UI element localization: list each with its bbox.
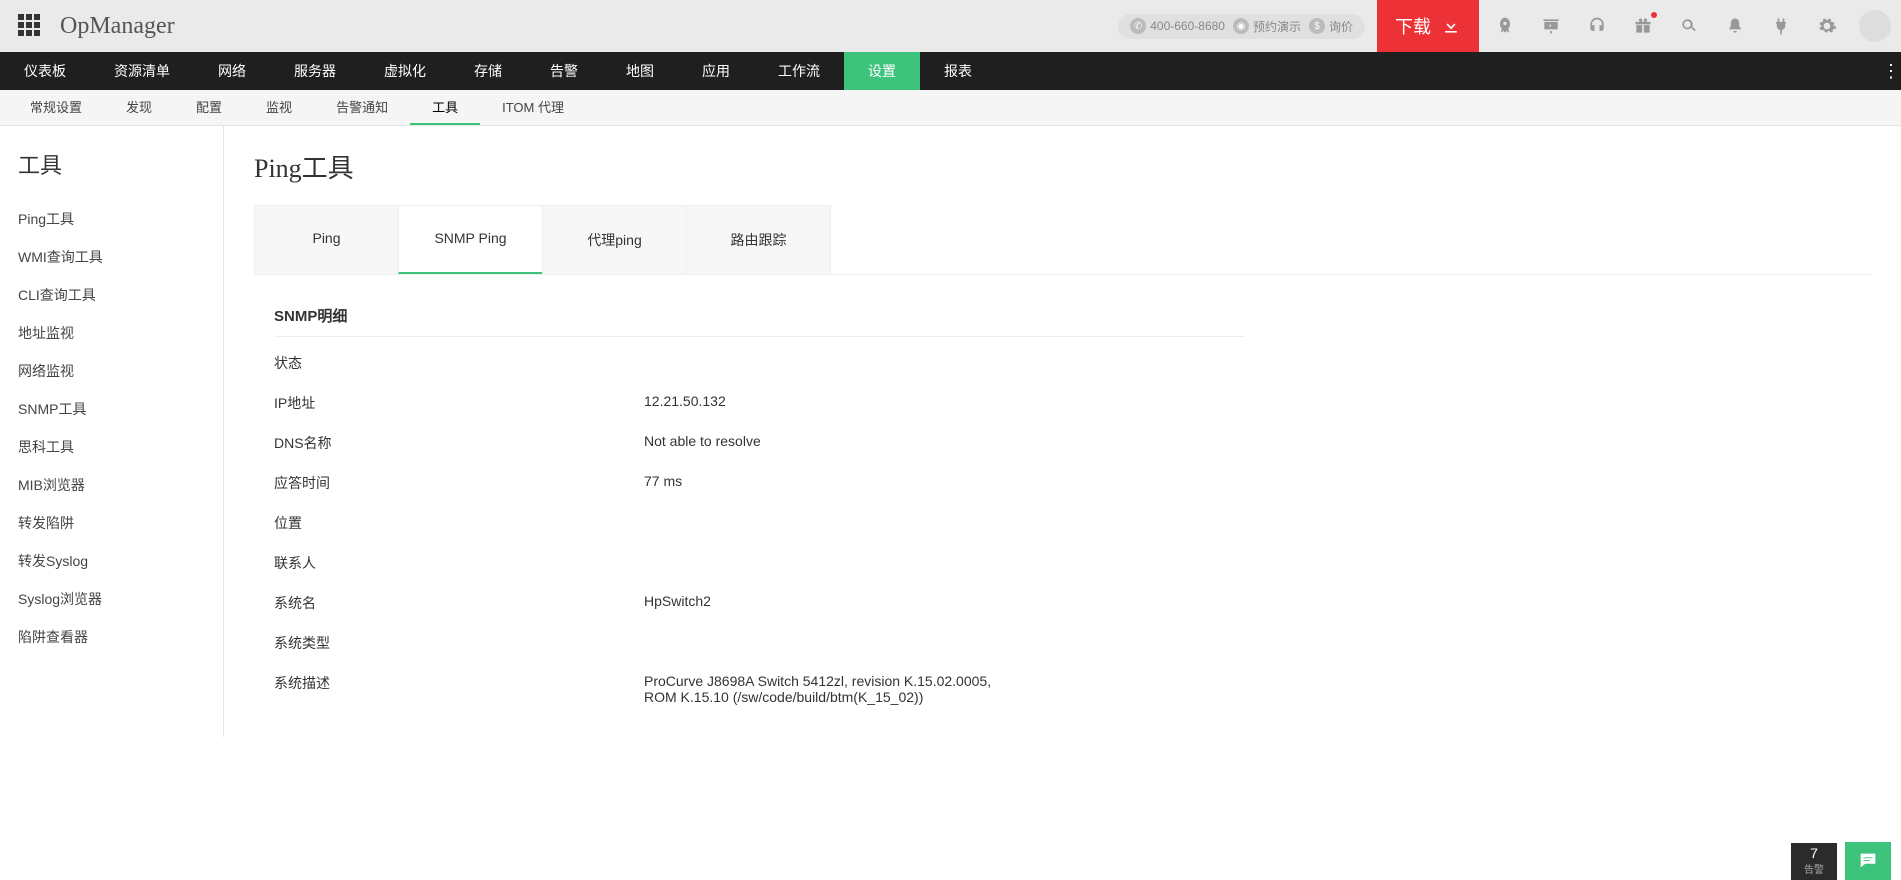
headset-icon[interactable] <box>1577 6 1617 46</box>
row-systype: 系统类型 <box>274 623 1244 663</box>
subnav-config[interactable]: 配置 <box>174 90 244 125</box>
sub-nav: 常规设置 发现 配置 监视 告警通知 工具 ITOM 代理 <box>0 90 1901 126</box>
sidebar-item-syslog-browser[interactable]: Syslog浏览器 <box>18 580 205 618</box>
sidebar-item-snmp[interactable]: SNMP工具 <box>18 390 205 428</box>
tab-snmp-ping[interactable]: SNMP Ping <box>398 205 543 274</box>
row-status: 状态 <box>274 343 1244 383</box>
sidebar-item-syslog-fwd[interactable]: 转发Syslog <box>18 542 205 580</box>
sidebar-item-trap-fwd[interactable]: 转发陷阱 <box>18 504 205 542</box>
bottom-right-widgets: 7 告警 <box>1791 842 1891 880</box>
row-value: 77 ms <box>644 473 682 493</box>
record-icon: ◉ <box>1233 18 1249 34</box>
row-location: 位置 <box>274 503 1244 543</box>
row-key: DNS名称 <box>274 433 644 453</box>
row-value: Not able to resolve <box>644 433 761 453</box>
tab-ping[interactable]: Ping <box>254 205 399 274</box>
sidebar-item-ping[interactable]: Ping工具 <box>18 200 205 238</box>
row-key: 系统描述 <box>274 673 644 705</box>
dollar-icon: $ <box>1309 18 1325 34</box>
alarm-count: 7 <box>1791 845 1837 861</box>
sidebar-item-net-monitor[interactable]: 网络监视 <box>18 352 205 390</box>
row-key: IP地址 <box>274 393 644 413</box>
nav-reports[interactable]: 报表 <box>920 52 996 90</box>
sidebar-item-trap-viewer[interactable]: 陷阱查看器 <box>18 618 205 656</box>
download-button[interactable]: 下载 <box>1377 0 1479 52</box>
top-header: OpManager ✆ 400-660-8680 ◉ 预约演示 $ 询价 下载 <box>0 0 1901 52</box>
chat-icon <box>1857 850 1879 872</box>
detail-panel: SNMP明细 状态 IP地址 12.21.50.132 DNS名称 Not ab… <box>254 275 1244 715</box>
main-nav: 仪表板 资源清单 网络 服务器 虚拟化 存储 告警 地图 应用 工作流 设置 报… <box>0 52 1901 90</box>
row-key: 应答时间 <box>274 473 644 493</box>
row-dns: DNS名称 Not able to resolve <box>274 423 1244 463</box>
row-value: 12.21.50.132 <box>644 393 726 413</box>
bell-icon[interactable] <box>1715 6 1755 46</box>
nav-alarms[interactable]: 告警 <box>526 52 602 90</box>
subnav-itom-agent[interactable]: ITOM 代理 <box>480 90 586 125</box>
download-label: 下载 <box>1395 13 1431 39</box>
sidebar: 工具 Ping工具 WMI查询工具 CLI查询工具 地址监视 网络监视 SNMP… <box>0 126 224 737</box>
subnav-alarm-notify[interactable]: 告警通知 <box>314 90 410 125</box>
nav-virtualization[interactable]: 虚拟化 <box>360 52 450 90</box>
nav-settings[interactable]: 设置 <box>844 52 920 90</box>
nav-more-icon[interactable]: ⋮ <box>1881 52 1901 90</box>
sidebar-item-addr-monitor[interactable]: 地址监视 <box>18 314 205 352</box>
subnav-tools[interactable]: 工具 <box>410 90 480 125</box>
row-ip: IP地址 12.21.50.132 <box>274 383 1244 423</box>
rocket-icon[interactable] <box>1485 6 1525 46</box>
nav-workflow[interactable]: 工作流 <box>754 52 844 90</box>
row-key: 系统名 <box>274 593 644 613</box>
row-key: 位置 <box>274 513 644 533</box>
sidebar-item-cisco[interactable]: 思科工具 <box>18 428 205 466</box>
user-avatar[interactable] <box>1859 10 1891 42</box>
row-sysname: 系统名 HpSwitch2 <box>274 583 1244 623</box>
quote-link[interactable]: 询价 <box>1329 18 1353 35</box>
alarm-badge[interactable]: 7 告警 <box>1791 843 1837 880</box>
tab-proxy-ping[interactable]: 代理ping <box>542 205 687 274</box>
product-logo: OpManager <box>60 13 175 40</box>
chat-button[interactable] <box>1845 842 1891 880</box>
nav-apps[interactable]: 应用 <box>678 52 754 90</box>
search-icon[interactable] <box>1669 6 1709 46</box>
row-value: HpSwitch2 <box>644 593 711 613</box>
demo-link[interactable]: 预约演示 <box>1253 18 1301 35</box>
nav-network[interactable]: 网络 <box>194 52 270 90</box>
contact-pill[interactable]: ✆ 400-660-8680 ◉ 预约演示 $ 询价 <box>1118 14 1365 39</box>
alarm-label: 告警 <box>1804 865 1824 876</box>
sidebar-item-wmi[interactable]: WMI查询工具 <box>18 238 205 276</box>
sidebar-item-cli[interactable]: CLI查询工具 <box>18 276 205 314</box>
tab-traceroute[interactable]: 路由跟踪 <box>686 205 831 274</box>
apps-grid-icon[interactable] <box>18 14 42 38</box>
nav-storage[interactable]: 存储 <box>450 52 526 90</box>
subnav-general[interactable]: 常规设置 <box>8 90 104 125</box>
row-response-time: 应答时间 77 ms <box>274 463 1244 503</box>
phone-icon: ✆ <box>1130 18 1146 34</box>
subnav-monitor[interactable]: 监视 <box>244 90 314 125</box>
gift-icon[interactable] <box>1623 6 1663 46</box>
row-key: 系统类型 <box>274 633 644 653</box>
detail-title: SNMP明细 <box>274 295 1244 337</box>
tool-tabs: Ping SNMP Ping 代理ping 路由跟踪 <box>254 205 1871 275</box>
row-key: 状态 <box>274 353 644 373</box>
nav-dashboard[interactable]: 仪表板 <box>0 52 90 90</box>
row-contact: 联系人 <box>274 543 1244 583</box>
row-key: 联系人 <box>274 553 644 573</box>
gear-icon[interactable] <box>1807 6 1847 46</box>
download-icon <box>1441 16 1461 36</box>
sidebar-item-mib[interactable]: MIB浏览器 <box>18 466 205 504</box>
header-actions: ✆ 400-660-8680 ◉ 预约演示 $ 询价 下载 <box>1118 0 1891 52</box>
nav-server[interactable]: 服务器 <box>270 52 360 90</box>
subnav-discovery[interactable]: 发现 <box>104 90 174 125</box>
presentation-icon[interactable] <box>1531 6 1571 46</box>
content: Ping工具 Ping SNMP Ping 代理ping 路由跟踪 SNMP明细… <box>224 126 1901 737</box>
plug-icon[interactable] <box>1761 6 1801 46</box>
sidebar-title: 工具 <box>18 148 205 180</box>
page-title: Ping工具 <box>254 148 1871 185</box>
nav-inventory[interactable]: 资源清单 <box>90 52 194 90</box>
row-value: ProCurve J8698A Switch 5412zl, revision … <box>644 673 1004 705</box>
phone-number: 400-660-8680 <box>1150 19 1225 33</box>
nav-maps[interactable]: 地图 <box>602 52 678 90</box>
row-sysdesc: 系统描述 ProCurve J8698A Switch 5412zl, revi… <box>274 663 1244 715</box>
